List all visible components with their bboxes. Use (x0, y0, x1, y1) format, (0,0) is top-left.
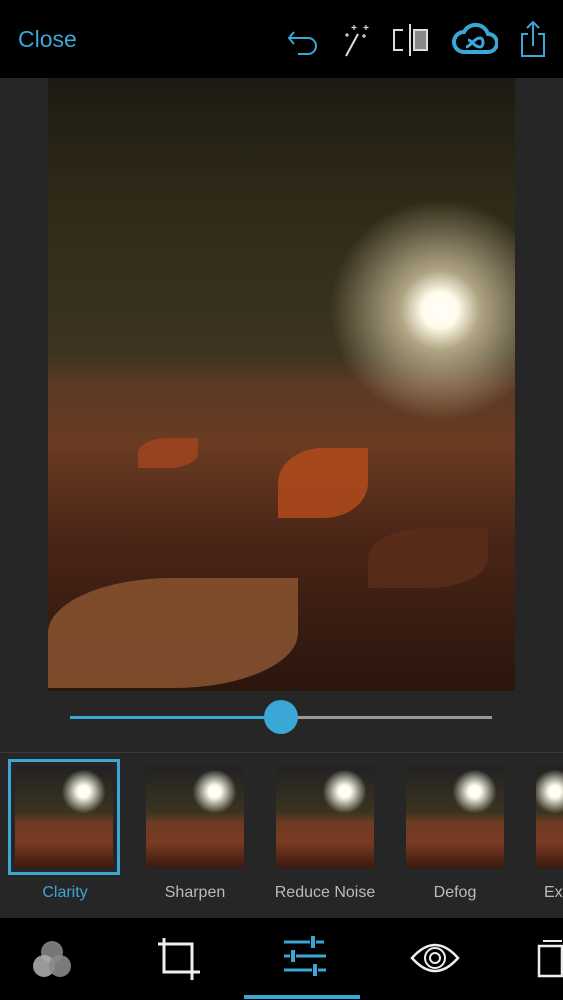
thumb-reduce-noise[interactable] (276, 766, 374, 868)
slider-fill (70, 716, 281, 719)
creative-cloud-icon[interactable] (452, 20, 498, 60)
adjustment-slider[interactable] (70, 700, 492, 734)
thumb-clarity[interactable] (8, 759, 120, 875)
thumb-sharpen[interactable] (146, 766, 244, 868)
crop-icon[interactable] (156, 936, 204, 984)
slider-knob[interactable] (264, 700, 298, 734)
top-bar: Close (0, 0, 563, 78)
undo-icon[interactable] (286, 20, 320, 60)
eye-icon[interactable] (410, 936, 460, 980)
adjustment-strip[interactable]: Clarity Sharpen Reduce Noise Defog Ex (0, 759, 563, 906)
compare-icon[interactable] (390, 20, 430, 60)
share-icon[interactable] (518, 20, 548, 60)
bottom-toolbar (0, 918, 563, 1000)
photo-preview (48, 78, 515, 691)
close-button[interactable]: Close (18, 26, 77, 53)
label-reduce-noise: Reduce Noise (274, 884, 376, 901)
divider (0, 752, 563, 753)
active-tab-indicator (244, 995, 360, 999)
label-clarity: Clarity (42, 884, 88, 901)
looks-icon[interactable] (26, 936, 78, 984)
label-exposure: Ex (544, 884, 563, 901)
borders-icon[interactable] (536, 936, 563, 984)
thumb-exposure[interactable] (536, 766, 563, 868)
label-defog: Defog (433, 884, 477, 901)
magic-wand-icon[interactable] (340, 20, 374, 60)
adjustments-icon[interactable] (282, 936, 330, 984)
label-sharpen: Sharpen (164, 884, 226, 901)
thumb-defog[interactable] (406, 766, 504, 868)
